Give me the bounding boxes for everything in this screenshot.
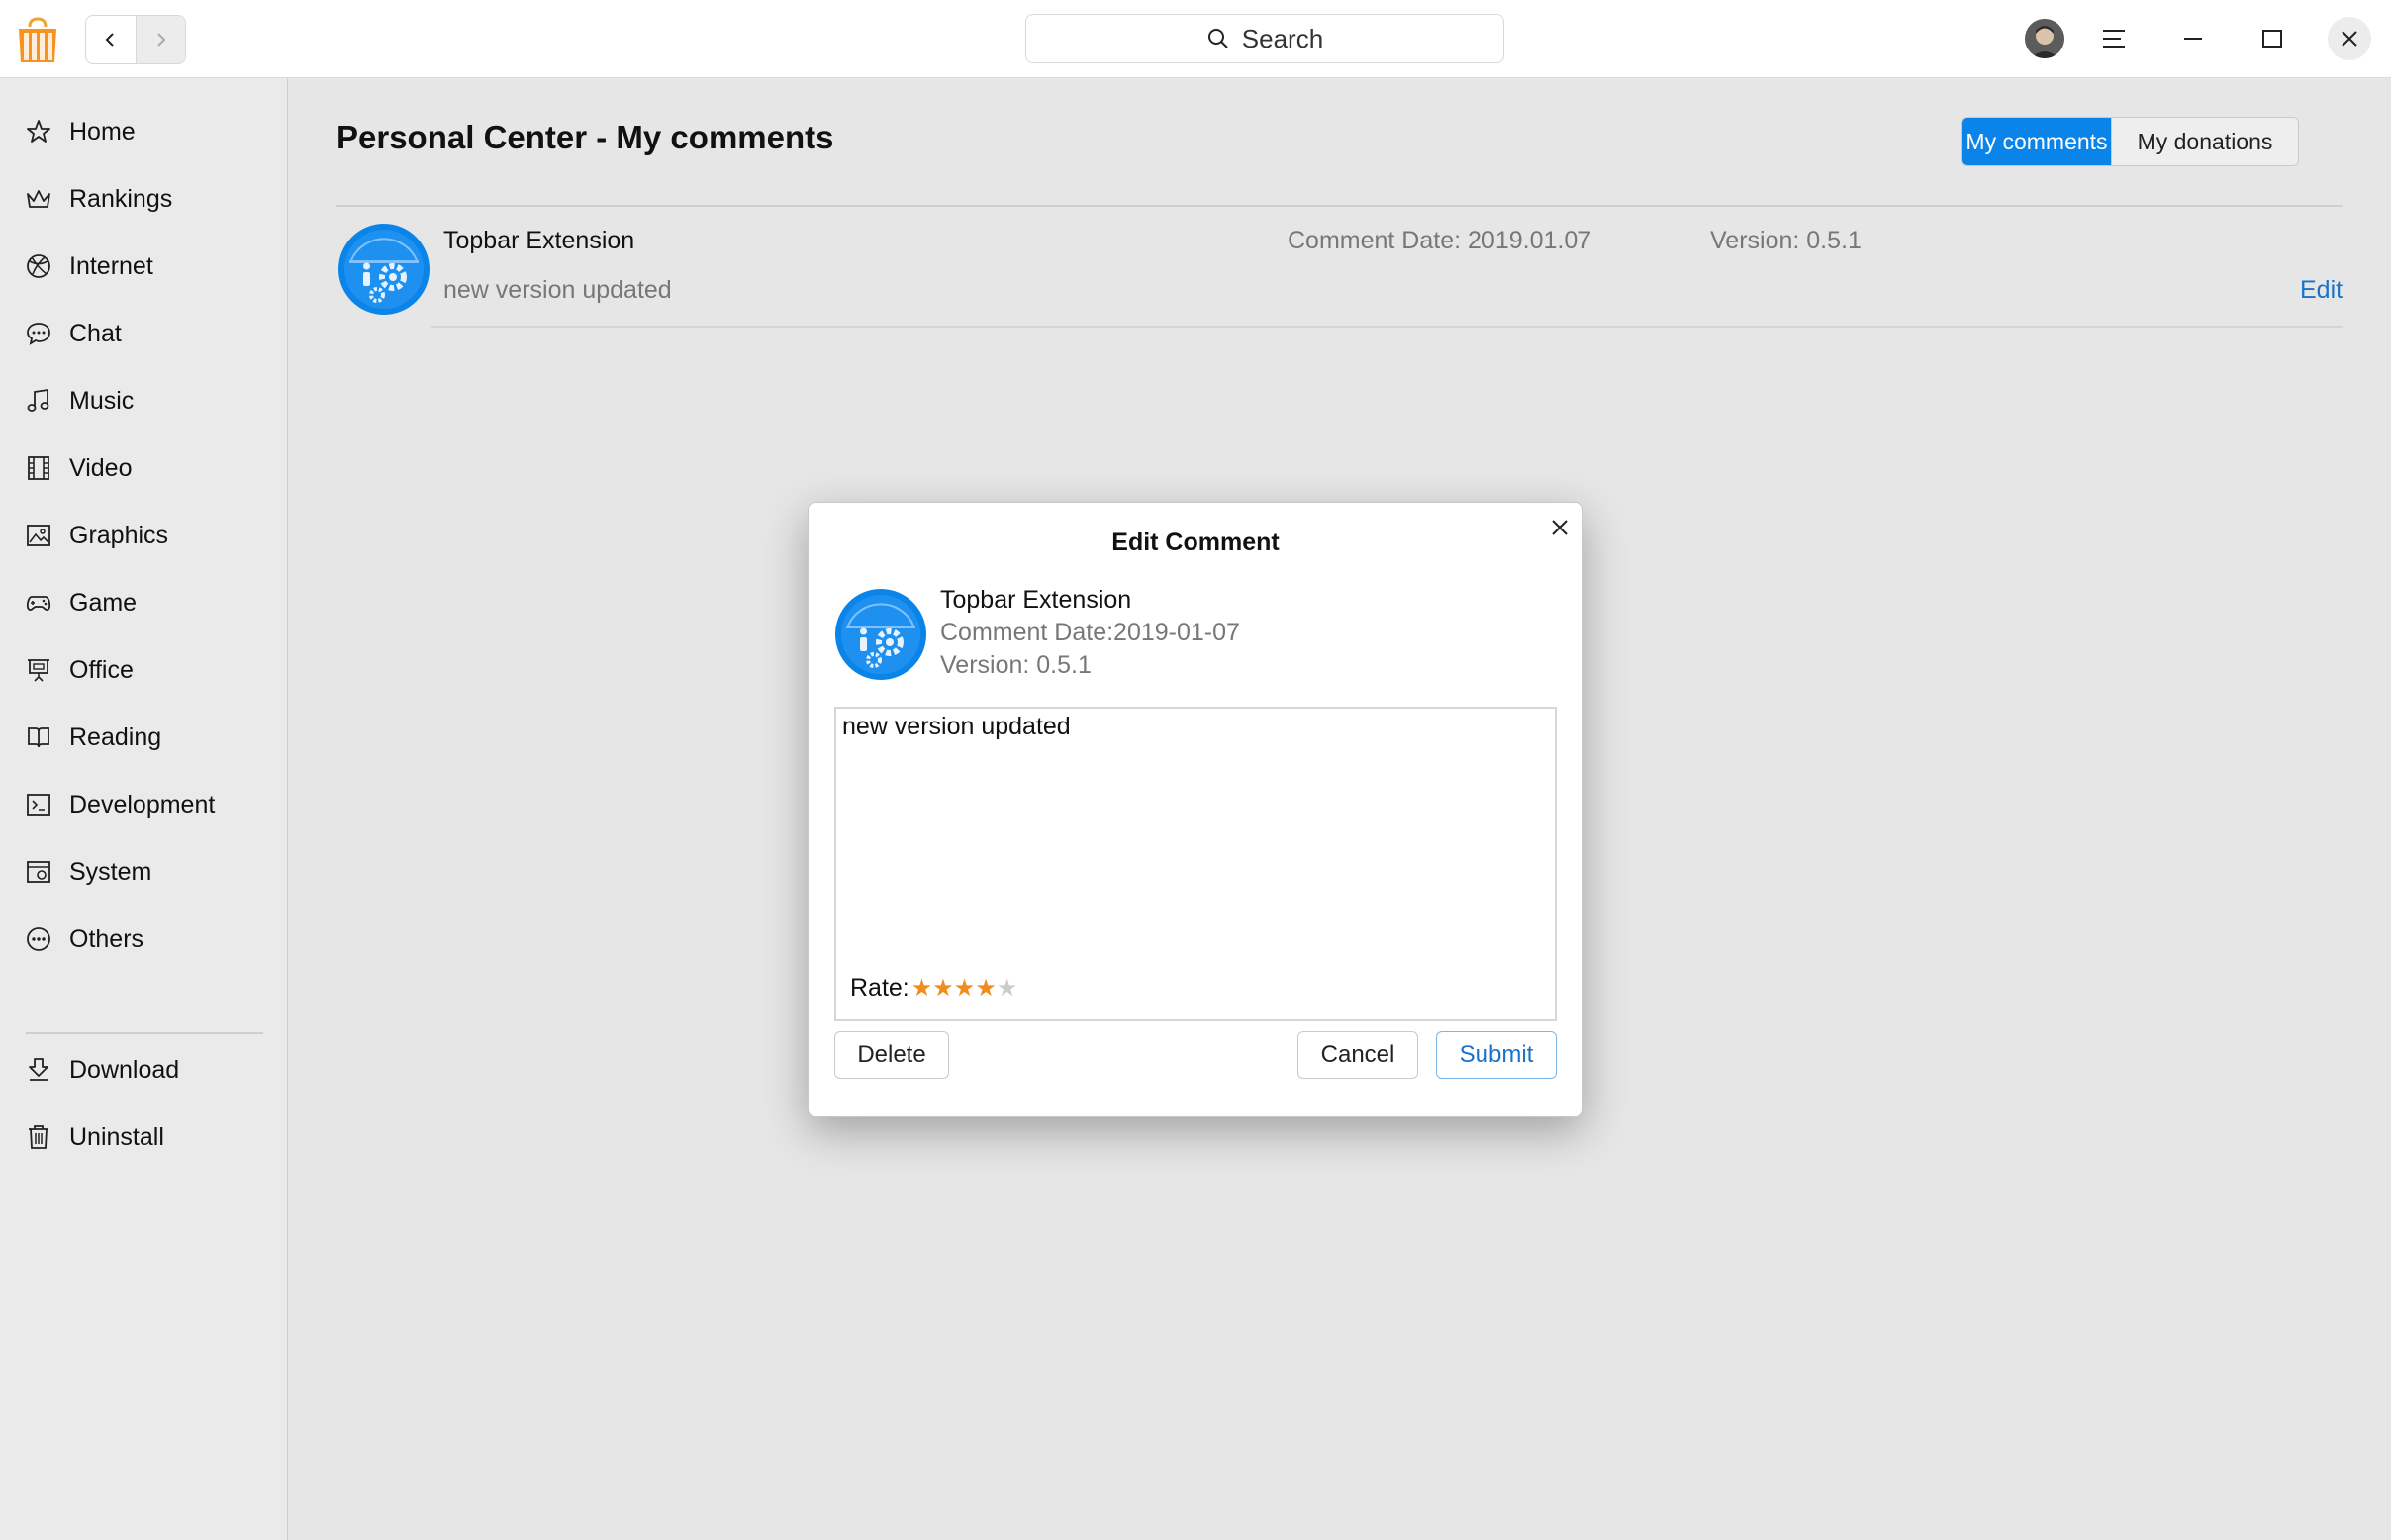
music-note-icon: [24, 386, 53, 416]
sidebar-item-label: Internet: [69, 251, 153, 280]
search-placeholder: Search: [1241, 23, 1324, 53]
close-window-button[interactable]: [2328, 17, 2371, 60]
maximize-icon: [2262, 30, 2282, 48]
star-filled-icon[interactable]: ★: [975, 976, 997, 1001]
star-filled-icon[interactable]: ★: [954, 976, 976, 1001]
title-bar: Search: [0, 0, 2391, 78]
sidebar-item-system[interactable]: System: [0, 844, 287, 900]
delete-button[interactable]: Delete: [834, 1031, 949, 1079]
close-icon: [2342, 31, 2357, 47]
topbar-extension-app-icon: [834, 588, 927, 681]
rate-label: Rate:: [850, 974, 909, 1002]
minimize-button[interactable]: [2171, 17, 2215, 60]
user-avatar[interactable]: [2025, 19, 2064, 58]
search-input[interactable]: Search: [1025, 14, 1504, 63]
star-rating[interactable]: ★ ★ ★ ★ ★: [911, 976, 1018, 1001]
tab-my-donations[interactable]: My donations: [2111, 118, 2298, 165]
sidebar-item-rankings[interactable]: Rankings: [0, 171, 287, 227]
dialog-comment-date: Comment Date:2019-01-07: [940, 619, 1240, 646]
row-divider: [431, 326, 2343, 328]
sidebar-item-chat[interactable]: Chat: [0, 306, 287, 361]
sidebar-item-music[interactable]: Music: [0, 373, 287, 429]
presentation-icon: [24, 655, 53, 685]
tab-group: My comments My donations: [1961, 117, 2299, 166]
gamepad-icon: [24, 588, 53, 618]
crown-icon: [24, 184, 53, 214]
sidebar-item-label: Development: [69, 790, 216, 818]
sidebar-item-label: Game: [69, 588, 138, 617]
book-icon: [24, 722, 53, 752]
tab-my-comments[interactable]: My comments: [1962, 118, 2111, 165]
film-icon: [24, 453, 53, 483]
comment-textarea-value: new version updated: [842, 713, 1071, 740]
sidebar-item-internet[interactable]: Internet: [0, 239, 287, 294]
chevron-left-icon: [105, 33, 114, 47]
system-icon: [24, 857, 53, 887]
chat-icon: [24, 319, 53, 348]
sidebar-divider: [26, 1032, 263, 1034]
sidebar: Home Rankings Internet Chat Music Video: [0, 78, 288, 1540]
sidebar-item-label: Rankings: [69, 184, 173, 213]
terminal-icon: [24, 790, 53, 819]
menu-button[interactable]: [2092, 17, 2136, 60]
sidebar-item-home[interactable]: Home: [0, 104, 287, 159]
submit-button[interactable]: Submit: [1436, 1031, 1557, 1079]
comment-textarea[interactable]: new version updated Rate: ★ ★ ★ ★ ★: [834, 707, 1557, 1021]
header-divider: [336, 205, 2343, 207]
sidebar-item-label: Office: [69, 655, 134, 684]
navigation-buttons: [85, 15, 186, 64]
trash-icon: [24, 1122, 53, 1152]
edit-comment-dialog: Edit Comment Topbar Extension Comment Da…: [808, 502, 1583, 1117]
download-icon: [24, 1055, 53, 1085]
sidebar-item-label: Video: [69, 453, 133, 482]
minimize-icon: [2184, 38, 2202, 40]
sidebar-item-video[interactable]: Video: [0, 440, 287, 496]
star-filled-icon[interactable]: ★: [911, 976, 933, 1001]
edit-comment-link[interactable]: Edit: [2300, 276, 2343, 305]
back-button[interactable]: [86, 16, 136, 63]
rating-row: Rate: ★ ★ ★ ★ ★: [850, 974, 1017, 1003]
sidebar-item-label: Music: [69, 386, 135, 415]
dialog-title: Edit Comment: [1111, 529, 1280, 556]
comment-date: Comment Date: 2019.01.07: [1288, 227, 1592, 254]
star-icon: [24, 117, 53, 146]
sidebar-item-reading[interactable]: Reading: [0, 710, 287, 765]
sidebar-item-label: Others: [69, 924, 144, 953]
sidebar-item-uninstall[interactable]: Uninstall: [0, 1109, 287, 1165]
image-icon: [24, 521, 53, 550]
hamburger-menu-icon: [2103, 30, 2125, 48]
chevron-right-icon: [157, 33, 166, 47]
sidebar-item-label: Uninstall: [69, 1122, 164, 1151]
globe-icon: [24, 251, 53, 281]
sidebar-item-label: Graphics: [69, 521, 169, 549]
close-icon: [1552, 520, 1568, 535]
dialog-version: Version: 0.5.1: [940, 651, 1092, 679]
dialog-app-name: Topbar Extension: [940, 586, 1132, 614]
search-icon: [1207, 29, 1228, 48]
sidebar-item-label: Home: [69, 117, 136, 145]
comment-app-name: Topbar Extension: [443, 227, 635, 254]
cancel-button[interactable]: Cancel: [1297, 1031, 1418, 1079]
sidebar-item-development[interactable]: Development: [0, 777, 287, 832]
page-title: Personal Center - My comments: [336, 119, 834, 155]
sidebar-item-label: Chat: [69, 319, 122, 347]
sidebar-item-office[interactable]: Office: [0, 642, 287, 698]
topbar-extension-app-icon: [337, 223, 430, 316]
maximize-button[interactable]: [2250, 17, 2294, 60]
sidebar-item-others[interactable]: Others: [0, 912, 287, 967]
sidebar-item-download[interactable]: Download: [0, 1042, 287, 1098]
star-filled-icon[interactable]: ★: [932, 976, 954, 1001]
star-empty-icon[interactable]: ★: [997, 976, 1018, 1001]
dialog-close-button[interactable]: [1545, 513, 1575, 542]
sidebar-item-label: System: [69, 857, 152, 886]
sidebar-item-game[interactable]: Game: [0, 575, 287, 630]
app-store-logo-icon: [14, 17, 61, 64]
forward-button[interactable]: [135, 16, 185, 63]
comment-text: new version updated: [443, 276, 672, 304]
sidebar-item-label: Reading: [69, 722, 162, 751]
more-icon: [24, 924, 53, 954]
sidebar-item-graphics[interactable]: Graphics: [0, 508, 287, 563]
sidebar-item-label: Download: [69, 1055, 180, 1084]
comment-version: Version: 0.5.1: [1710, 227, 1862, 254]
